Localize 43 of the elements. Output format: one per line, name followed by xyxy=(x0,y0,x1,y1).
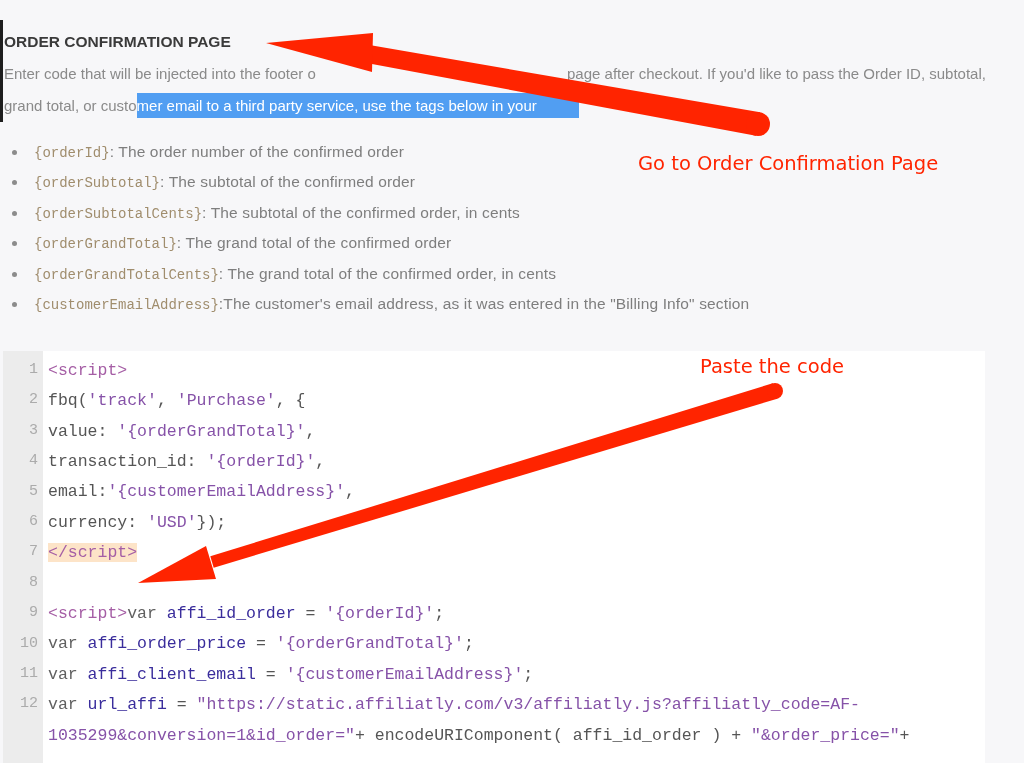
line-number: 10 xyxy=(20,633,38,654)
line-number: 11 xyxy=(20,664,38,685)
code-editor[interactable] xyxy=(3,351,985,763)
bullet-icon xyxy=(12,302,17,308)
code-line: <script> xyxy=(48,359,128,382)
annotation-label: Go to Order Confirmation Page xyxy=(638,152,939,176)
bullet-icon xyxy=(12,149,17,155)
code-line: currency: 'USD'}); xyxy=(48,511,227,534)
line-number: 9 xyxy=(29,603,38,624)
line-number: 6 xyxy=(29,512,38,533)
bullet-icon xyxy=(12,271,17,277)
list-item-text: {orderId}: The order number of the confirmed order xyxy=(34,141,405,163)
code-line: value: '{orderGrandTotal}', xyxy=(48,420,316,443)
line-number: 4 xyxy=(29,451,38,472)
list-item-text: {orderSubtotal}: The subtotal of the confirmed order xyxy=(34,172,416,194)
paragraph-text: Enter code that will be injected into the footer o xyxy=(4,64,316,84)
list-item-text: {orderSubtotalCents}: The subtotal of the confirmed order, in cents xyxy=(34,202,520,224)
list-item-text: {orderGrandTotalCents}: The grand total of the confirmed order, in cents xyxy=(34,263,557,285)
list-item-text: {customerEmailAddress}:The customer's email address, as it was entered in the "Billing Info" section xyxy=(34,294,750,316)
line-number: 7 xyxy=(29,542,38,563)
code-line: 1035299&conversion=1&id_order="+ encodeURIComponent( affi_id_order ) + "&order_price="+ xyxy=(48,724,910,747)
line-number: 1 xyxy=(29,360,38,380)
paragraph-text: page after checkout. If you'd like to pass the Order ID, subtotal, xyxy=(567,64,986,84)
code-line: var affi_order_price = '{orderGrandTotal}'; xyxy=(48,633,474,656)
line-number: 12 xyxy=(20,694,38,715)
line-number: 8 xyxy=(29,572,38,593)
code-line: transaction_id: '{orderId}', xyxy=(48,451,326,473)
line-number: 2 xyxy=(29,390,38,411)
section-heading: ORDER CONFIRMATION PAGE xyxy=(4,32,231,52)
selected-text: mer email to a third party service, use the tags below in your xyxy=(136,93,579,118)
code-line: var url_affi = "https://static.affiliatly.com/v3/affiliatly.js?affiliatly_code=AF- xyxy=(48,694,860,717)
code-line: fbq('track', 'Purchase', { xyxy=(48,390,306,413)
annotation-label: Paste the code xyxy=(700,355,845,379)
bullet-icon xyxy=(12,241,17,247)
code-line: email:'{customerEmailAddress}', xyxy=(48,481,355,504)
line-number: 3 xyxy=(29,420,38,441)
bullet-icon xyxy=(12,180,17,186)
list-item-text: {orderGrandTotal}: The grand total of the confirmed order xyxy=(34,233,452,255)
paragraph-text: grand total, or custo xyxy=(4,97,137,114)
code-line: var affi_client_email = '{customerEmailAddress}'; xyxy=(48,663,534,686)
code-line: <script>var affi_id_order = '{orderId}'; xyxy=(48,603,445,625)
line-number: 5 xyxy=(29,481,38,502)
bullet-icon xyxy=(12,210,17,216)
